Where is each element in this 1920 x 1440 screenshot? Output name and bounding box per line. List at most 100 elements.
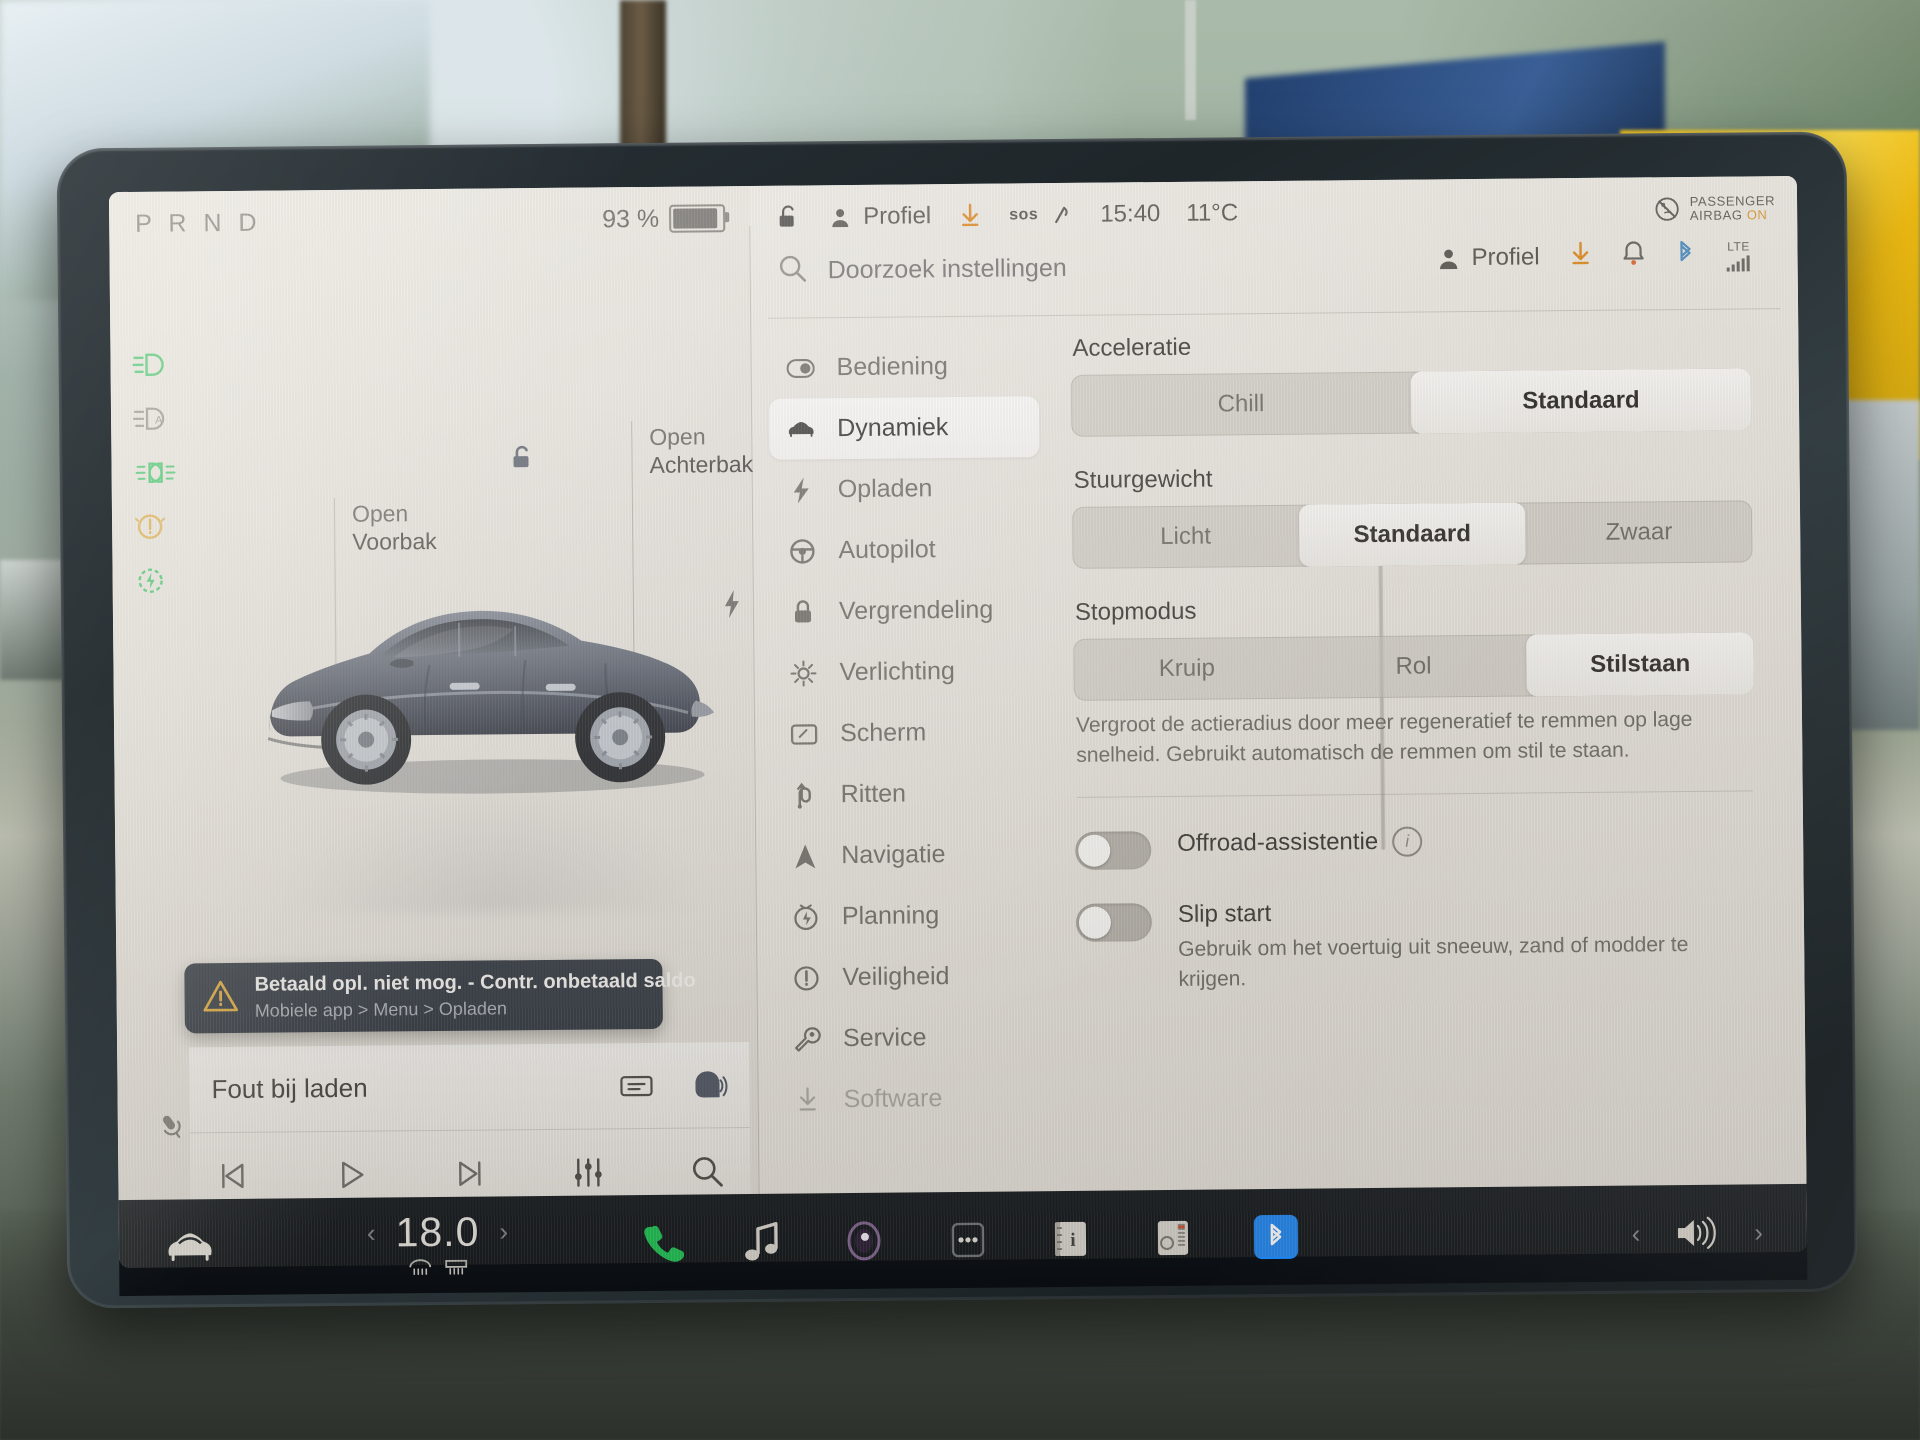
temperature-row: ‹ 18.0 ›: [367, 1208, 509, 1256]
sidebar-item-label: Software: [843, 1084, 943, 1114]
vehicle-model-render[interactable]: [252, 550, 724, 814]
lyrics-icon[interactable]: [619, 1072, 653, 1098]
unlock-icon[interactable]: [775, 204, 801, 230]
profile-label: Profiel: [863, 202, 932, 230]
rear-defroster-icon[interactable]: [443, 1258, 469, 1281]
sidebar-item-vergrendeling[interactable]: Vergrendeling: [771, 579, 1042, 643]
network-type-label: LTE: [1727, 238, 1750, 254]
sun-icon: [789, 659, 817, 687]
indicator-rail: A: [132, 337, 195, 608]
info-icon[interactable]: i: [1392, 826, 1423, 857]
cellular-signal[interactable]: LTE: [1725, 238, 1751, 272]
audio-mixer-icon[interactable]: [1152, 1217, 1194, 1259]
warning-title: Betaald opl. niet mog. - Contr. onbetaal…: [254, 969, 696, 996]
slip-start-toggle[interactable]: [1075, 903, 1153, 942]
battery-indicator[interactable]: 93 %: [602, 204, 726, 234]
stopping-option-rol[interactable]: Rol: [1300, 635, 1527, 699]
stopping-option-kruip[interactable]: Kruip: [1073, 637, 1300, 701]
next-track-button[interactable]: [452, 1159, 486, 1189]
sidebar-item-label: Ritten: [840, 779, 907, 809]
volume-icon[interactable]: [1674, 1215, 1720, 1251]
person-icon: [1435, 245, 1461, 271]
sidebar-item-planning[interactable]: Planning: [774, 884, 1045, 948]
sidebar-item-label: Verlichting: [839, 657, 956, 687]
sidebar-item-label: Opladen: [837, 474, 933, 504]
sidebar-item-label: Scherm: [839, 718, 927, 748]
sidebar-item-label: Service: [842, 1023, 927, 1053]
steering-weight-group: Stuurgewicht Licht Standaard Zwaar: [1071, 460, 1753, 569]
volume-decrease-button[interactable]: ‹: [1631, 1218, 1640, 1249]
sidebar-item-scherm[interactable]: Scherm: [772, 701, 1043, 765]
temperature-decrease-button[interactable]: ‹: [367, 1218, 376, 1249]
front-defroster-icon[interactable]: [407, 1258, 433, 1281]
sidebar-item-autopilot[interactable]: Autopilot: [770, 518, 1041, 582]
equalizer-button[interactable]: [571, 1156, 605, 1188]
charging-warning-toast[interactable]: Betaald opl. niet mog. - Contr. onbetaal…: [184, 958, 696, 1034]
sidebar-item-veiligheid[interactable]: Veiligheid: [774, 945, 1045, 1009]
sos-button[interactable]: sos: [1009, 202, 1074, 229]
phone-icon[interactable]: [640, 1221, 685, 1265]
settings-search[interactable]: [778, 250, 1190, 289]
sos-label: sos: [1009, 206, 1039, 224]
bluetooth-icon[interactable]: [1675, 239, 1695, 272]
dashcam-icon[interactable]: [842, 1219, 886, 1263]
settings-download-icon[interactable]: [1569, 241, 1591, 272]
battery-percent-label: 93 %: [602, 204, 660, 233]
sidebar-item-navigatie[interactable]: Navigatie: [773, 823, 1044, 887]
search-input[interactable]: [825, 251, 1190, 287]
owners-manual-icon[interactable]: i: [1050, 1218, 1092, 1260]
header-divider: [768, 308, 1781, 319]
car-controls-button[interactable]: [163, 1229, 217, 1266]
airbag-label: PASSENGER AIRBAG ON: [1690, 193, 1776, 223]
charge-port-bolt-icon: [721, 588, 743, 628]
sidebar-item-ritten[interactable]: Ritten: [772, 762, 1043, 826]
sidebar-item-dynamiek[interactable]: Dynamiek: [768, 396, 1040, 460]
sidebar-item-service[interactable]: Service: [775, 1006, 1046, 1070]
bluetooth-icon[interactable]: [1253, 1214, 1299, 1260]
sidebar-item-bediening[interactable]: Bediening: [768, 335, 1039, 399]
sidebar-item-label: Dynamiek: [837, 413, 949, 443]
offroad-assist-toggle[interactable]: [1075, 831, 1152, 870]
sos-signal-icon: [1048, 202, 1074, 228]
stopping-mode-segmented-control: Kruip Rol Stilstaan: [1073, 632, 1754, 701]
temperature-increase-button[interactable]: ›: [499, 1216, 508, 1247]
media-search-button[interactable]: [690, 1154, 724, 1188]
volume-increase-button[interactable]: ›: [1754, 1217, 1763, 1248]
car-icon: [787, 419, 815, 439]
temperature-value: 18.0: [395, 1208, 480, 1256]
steering-option-licht[interactable]: Licht: [1072, 505, 1299, 569]
driver-temperature-control[interactable]: ‹ 18.0 ›: [367, 1208, 509, 1281]
voice-readout-icon[interactable]: [689, 1069, 728, 1101]
vehicle-unlock-icon[interactable]: [509, 444, 535, 474]
front-trunk-label[interactable]: Open Voorbak: [352, 499, 437, 556]
more-dots-icon[interactable]: [946, 1220, 990, 1260]
svg-text:A: A: [155, 415, 163, 427]
alert-circle-icon: [792, 964, 820, 992]
acceleration-option-standaard[interactable]: Standaard: [1410, 368, 1752, 434]
previous-track-button[interactable]: [216, 1161, 250, 1191]
steering-option-standaard[interactable]: Standaard: [1298, 502, 1526, 567]
steering-option-zwaar[interactable]: Zwaar: [1525, 500, 1752, 564]
settings-profile-button[interactable]: Profiel: [1435, 243, 1540, 272]
rear-trunk-label[interactable]: Open Achterbak: [649, 422, 753, 479]
notification-bell-icon[interactable]: [1621, 239, 1645, 272]
music-note-icon[interactable]: [744, 1220, 782, 1264]
sidebar-item-verlichting[interactable]: Verlichting: [771, 640, 1042, 704]
status-bar-left: P R N D 93 %: [109, 186, 750, 256]
download-icon[interactable]: [957, 203, 983, 229]
warning-text-block: Betaald opl. niet mog. - Contr. onbetaal…: [254, 970, 696, 1022]
stopping-mode-group: Stopmodus Kruip Rol Stilstaan Vergroot d…: [1073, 592, 1755, 771]
acceleration-option-chill[interactable]: Chill: [1071, 372, 1412, 437]
sidebar-item-opladen[interactable]: Opladen: [769, 457, 1040, 521]
profile-button[interactable]: Profiel: [827, 202, 931, 231]
defroster-buttons: [407, 1258, 469, 1282]
sidebar-item-label: Bediening: [836, 352, 948, 382]
stopping-mode-description: Vergroot de actieradius door meer regene…: [1075, 707, 1693, 767]
car-visualization: A Open Voorbak Open Achterbak: [110, 250, 757, 1026]
gear-indicator: P R N D: [135, 208, 262, 238]
sidebar-item-software[interactable]: Software: [775, 1067, 1046, 1131]
volume-control: ‹ ›: [1631, 1214, 1763, 1251]
play-button[interactable]: [335, 1159, 367, 1191]
touchscreen-bezel: P R N D 93 % Profiel sos 15:40 11°C PASS…: [56, 131, 1858, 1309]
stopping-option-stilstaan[interactable]: Stilstaan: [1526, 632, 1754, 697]
